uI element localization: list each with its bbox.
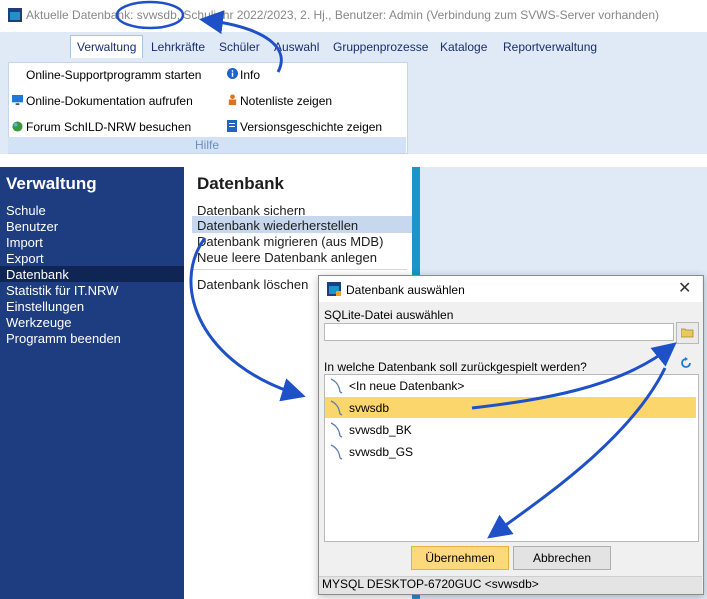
- list-item[interactable]: <In neue Datenbank>: [325, 375, 696, 396]
- action-neue-datenbank[interactable]: Neue leere Datenbank anlegen: [197, 250, 377, 265]
- dialog-title: Datenbank auswählen: [346, 283, 465, 297]
- globe-icon: [12, 121, 23, 132]
- browse-button[interactable]: [676, 322, 699, 344]
- action-datenbank-migrieren[interactable]: Datenbank migrieren (aus MDB): [197, 234, 383, 249]
- list-item-label: svwsdb: [349, 401, 390, 415]
- ribbon-group-label: Hilfe: [8, 137, 406, 153]
- sidebar-item-datenbank[interactable]: Datenbank: [6, 267, 69, 282]
- tab-reportverwaltung[interactable]: Reportverwaltung: [503, 40, 597, 54]
- sidebar-item-programm-beenden[interactable]: Programm beenden: [6, 331, 121, 346]
- sidebar-item-statistik[interactable]: Statistik für IT.NRW: [6, 283, 118, 298]
- mysql-dolphin-icon: [330, 422, 343, 438]
- sidebar-heading: Verwaltung: [6, 174, 97, 193]
- close-icon[interactable]: ✕: [678, 278, 691, 298]
- online-docs-button[interactable]: Online-Dokumentation aufrufen: [26, 94, 193, 108]
- sidebar-item-import[interactable]: Import: [6, 235, 43, 250]
- info-button[interactable]: Info: [240, 68, 260, 82]
- document-icon: [227, 120, 237, 132]
- monitor-icon: [12, 95, 23, 106]
- versions-button[interactable]: Versionsgeschichte zeigen: [240, 120, 382, 134]
- sidebar-item-werkzeuge[interactable]: Werkzeuge: [6, 315, 72, 330]
- action-datenbank-loeschen[interactable]: Datenbank löschen: [197, 277, 308, 292]
- refresh-icon[interactable]: [680, 357, 692, 369]
- list-item-label: <In neue Datenbank>: [349, 379, 465, 393]
- person-icon: [228, 94, 237, 105]
- tab-kataloge[interactable]: Kataloge: [440, 40, 487, 54]
- app-icon: [8, 8, 22, 22]
- forum-button[interactable]: Forum SchILD-NRW besuchen: [26, 120, 191, 134]
- sidebar-item-schule[interactable]: Schule: [6, 203, 46, 218]
- sidebar-item-export[interactable]: Export: [6, 251, 44, 266]
- window-title: Aktuelle Datenbank: svwsdb, Schuljahr 20…: [26, 8, 660, 22]
- dialog-app-icon: [327, 282, 341, 296]
- tab-lehrkraefte[interactable]: Lehrkräfte: [151, 40, 205, 54]
- database-panel-heading: Datenbank: [197, 174, 284, 193]
- action-datenbank-sichern[interactable]: Datenbank sichern: [197, 203, 305, 218]
- info-icon: [227, 68, 238, 79]
- mysql-dolphin-icon: [330, 378, 343, 394]
- divider: [192, 269, 407, 270]
- tab-auswahl[interactable]: Auswahl: [274, 40, 319, 54]
- sqlite-file-label: SQLite-Datei auswählen: [324, 308, 454, 322]
- support-program-button[interactable]: Online-Supportprogramm starten: [26, 68, 201, 82]
- sqlite-file-input[interactable]: [324, 323, 674, 341]
- sidebar-item-benutzer[interactable]: Benutzer: [6, 219, 58, 234]
- cancel-button[interactable]: Abbrechen: [513, 546, 611, 570]
- apply-button[interactable]: Übernehmen: [411, 546, 509, 570]
- action-datenbank-wiederherstellen[interactable]: Datenbank wiederherstellen: [197, 218, 358, 233]
- sidebar-item-einstellungen[interactable]: Einstellungen: [6, 299, 84, 314]
- tab-verwaltung[interactable]: Verwaltung: [70, 35, 144, 58]
- tab-schueler[interactable]: Schüler: [219, 40, 260, 54]
- list-item-label: svwsdb_GS: [349, 445, 414, 459]
- tab-gruppenprozesse[interactable]: Gruppenprozesse: [333, 40, 428, 54]
- list-item[interactable]: svwsdb_BK: [325, 419, 696, 440]
- folder-icon: [681, 328, 694, 338]
- mysql-dolphin-icon: [330, 400, 343, 416]
- connection-status: MYSQL DESKTOP-6720GUC <svwsdb>: [322, 577, 539, 591]
- notenliste-button[interactable]: Notenliste zeigen: [240, 94, 332, 108]
- list-item[interactable]: svwsdb_GS: [325, 441, 696, 462]
- list-item-selected[interactable]: svwsdb: [325, 397, 696, 418]
- list-item-label: svwsdb_BK: [349, 423, 412, 437]
- mysql-dolphin-icon: [330, 444, 343, 460]
- restore-target-label: In welche Datenbank soll zurückgespielt …: [324, 360, 587, 374]
